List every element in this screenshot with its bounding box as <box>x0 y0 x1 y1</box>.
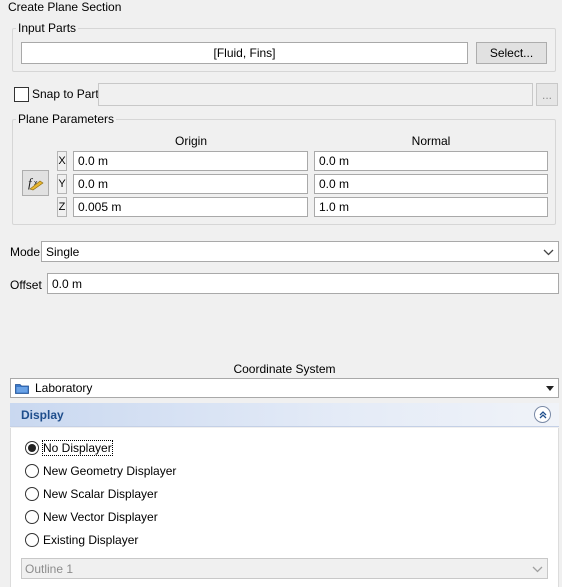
radio-button[interactable] <box>25 487 39 501</box>
normal-x-input[interactable]: 0.0 m <box>314 151 548 171</box>
radio-button[interactable] <box>25 533 39 547</box>
chevron-down-icon <box>532 562 543 576</box>
origin-z-input[interactable]: 0.005 m <box>73 197 308 217</box>
snap-to-part-label: Snap to Part <box>32 87 99 101</box>
folder-icon <box>15 383 29 394</box>
radio-button[interactable] <box>25 464 39 478</box>
function-button[interactable]: f x <box>22 170 49 196</box>
radio-new-scalar-displayer[interactable]: New Scalar Displayer <box>25 485 158 503</box>
axis-label-z: Z <box>57 197 67 217</box>
radio-label: New Scalar Displayer <box>43 487 158 501</box>
select-parts-button[interactable]: Select... <box>476 42 547 64</box>
collapse-chevrons-icon[interactable] <box>534 406 551 423</box>
origin-x-input[interactable]: 0.0 m <box>73 151 308 171</box>
window-title: Create Plane Section <box>8 0 122 14</box>
radio-label: New Geometry Displayer <box>43 464 177 478</box>
radio-existing-displayer[interactable]: Existing Displayer <box>25 531 138 549</box>
input-parts-label: Input Parts <box>16 21 79 35</box>
radio-label: New Vector Displayer <box>43 510 158 524</box>
radio-no-displayer[interactable]: No Displayer <box>25 439 113 457</box>
mode-dropdown[interactable]: Single <box>41 241 559 262</box>
coordinate-system-dropdown[interactable]: Laboratory <box>10 378 559 398</box>
snap-to-part-checkbox[interactable] <box>14 86 29 102</box>
snap-browse-button[interactable]: ... <box>536 83 558 106</box>
offset-label: Offset <box>10 278 42 292</box>
radio-button[interactable] <box>25 510 39 524</box>
radio-button[interactable] <box>25 441 39 455</box>
radio-new-geometry-displayer[interactable]: New Geometry Displayer <box>25 462 176 480</box>
display-section-title: Display <box>21 408 64 422</box>
snap-part-field <box>98 83 533 106</box>
normal-header: Normal <box>411 134 451 148</box>
function-icon: f x <box>27 175 45 191</box>
origin-y-input[interactable]: 0.0 m <box>73 174 308 194</box>
snap-to-part-checkbox-row[interactable]: Snap to Part <box>14 85 99 103</box>
origin-header: Origin <box>174 134 207 148</box>
coordinate-system-value: Laboratory <box>35 381 93 395</box>
axis-label-x: X <box>57 151 67 171</box>
input-parts-field[interactable]: [Fluid, Fins] <box>21 42 468 64</box>
radio-label: No Displayer <box>42 440 113 456</box>
plane-parameters-label: Plane Parameters <box>16 112 117 126</box>
existing-displayer-value: Outline 1 <box>25 561 74 576</box>
radio-label: Existing Displayer <box>43 533 139 547</box>
normal-z-input[interactable]: 1.0 m <box>314 197 548 217</box>
display-section-header[interactable]: Display <box>10 403 559 427</box>
mode-value: Single <box>46 244 80 259</box>
axis-label-y: Y <box>57 174 67 194</box>
existing-displayer-dropdown: Outline 1 <box>21 558 548 579</box>
dropdown-arrow-icon <box>545 381 555 395</box>
offset-input[interactable]: 0.0 m <box>47 273 559 294</box>
radio-new-vector-displayer[interactable]: New Vector Displayer <box>25 508 158 526</box>
chevron-down-icon <box>543 245 554 259</box>
mode-label: Mode <box>10 245 41 259</box>
coordinate-system-label: Coordinate System <box>233 362 336 376</box>
normal-y-input[interactable]: 0.0 m <box>314 174 548 194</box>
